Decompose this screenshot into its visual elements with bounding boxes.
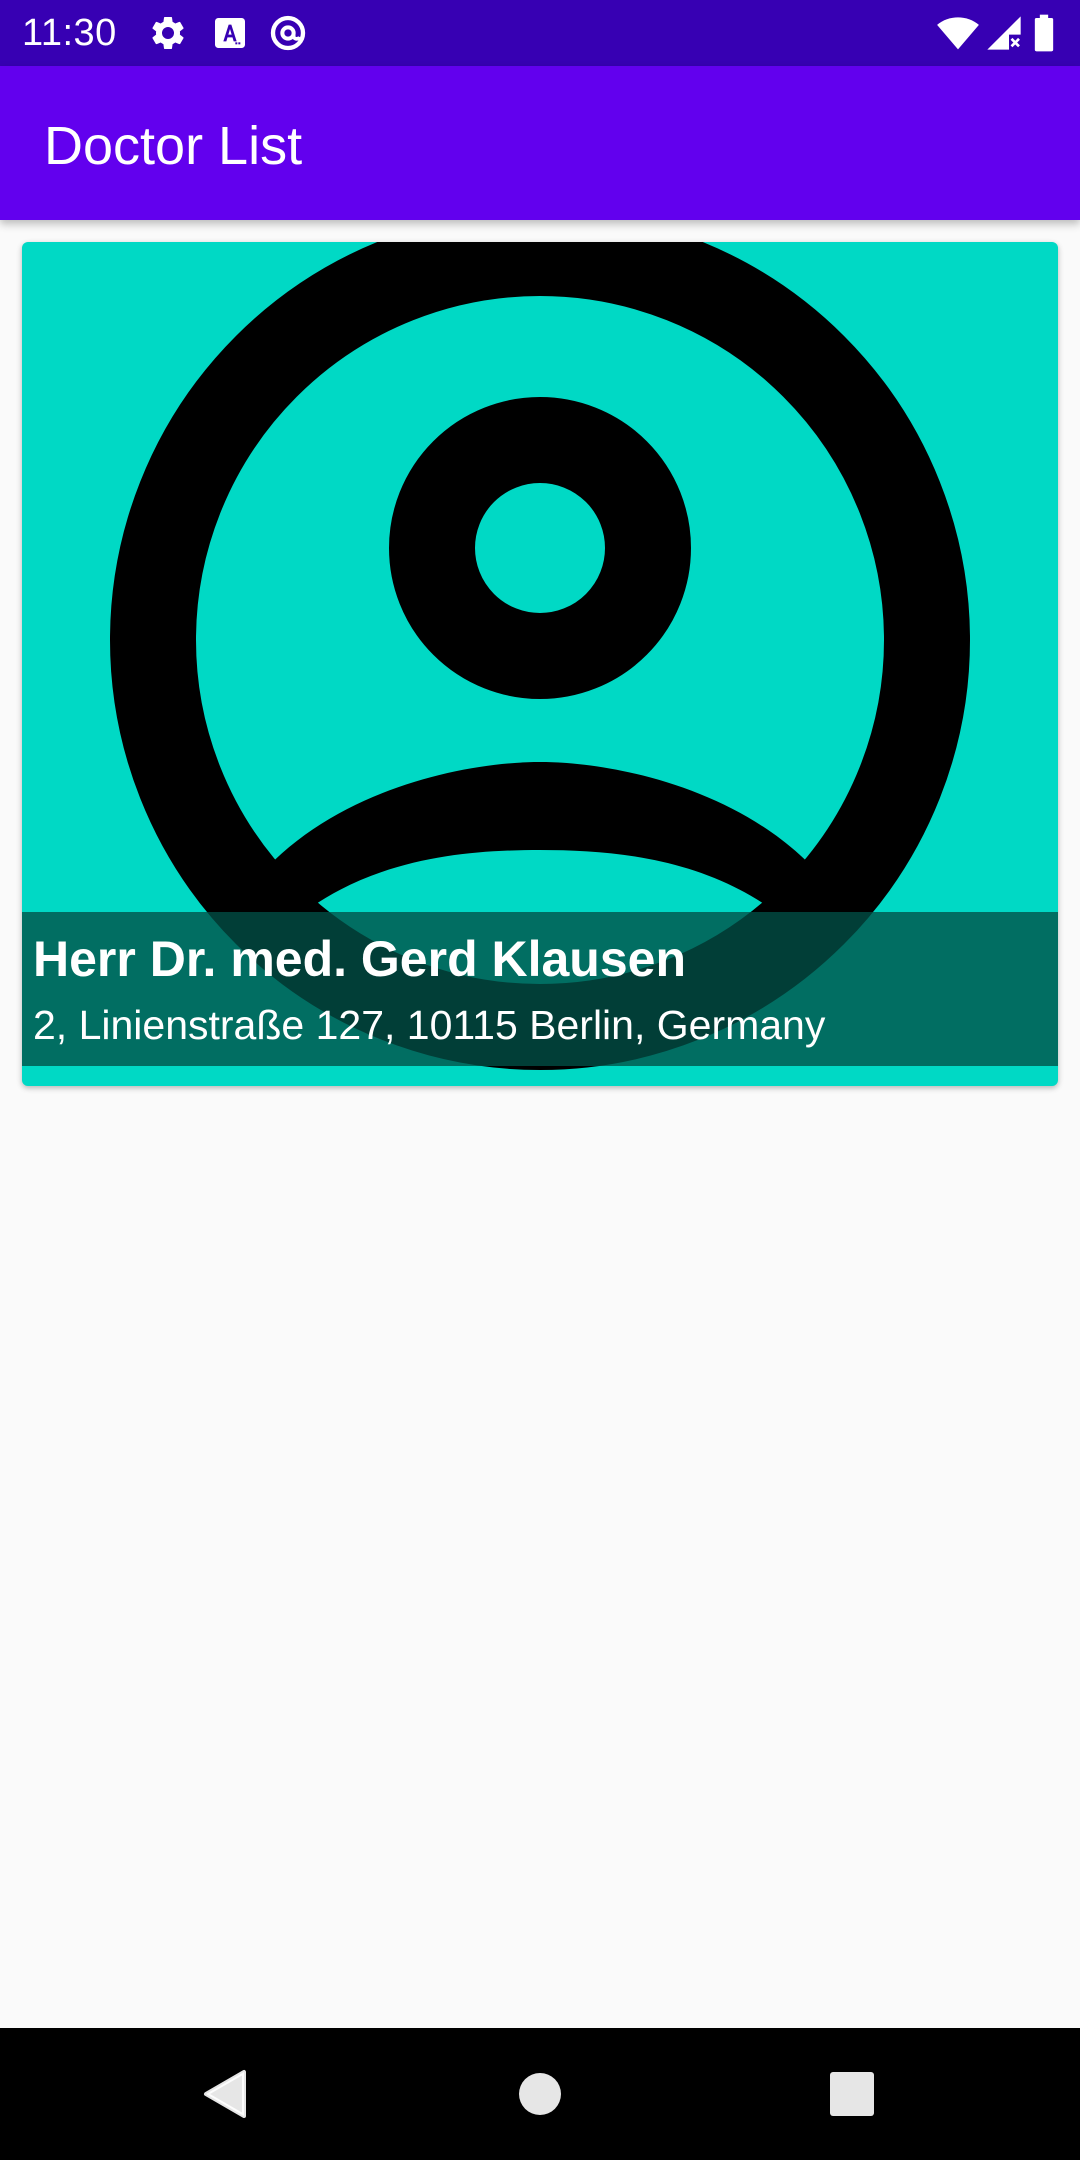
doctor-name: Herr Dr. med. Gerd Klausen [33,931,687,987]
status-time: 11:30 [22,12,117,54]
keyboard-a-icon [210,13,250,53]
battery-icon [1030,13,1058,53]
home-icon[interactable] [500,2054,580,2134]
recents-icon[interactable] [812,2054,892,2134]
doctor-card[interactable]: Herr Dr. med. Gerd Klausen 2, Linienstra… [22,242,1058,1086]
navigation-bar [0,2028,1080,2160]
status-bar: 11:30 [0,0,1080,66]
cellular-signal-icon [984,13,1024,53]
wifi-icon [936,13,980,53]
settings-icon [148,13,188,53]
sync-at-icon [268,13,308,53]
page-title: Doctor List [44,116,303,176]
doctor-caption: Herr Dr. med. Gerd Klausen 2, Linienstra… [22,912,1058,1066]
back-icon[interactable] [186,2054,266,2134]
app-bar: Doctor List [0,66,1080,220]
doctor-address: 2, Linienstraße 127, 10115 Berlin, Germa… [33,1002,826,1048]
